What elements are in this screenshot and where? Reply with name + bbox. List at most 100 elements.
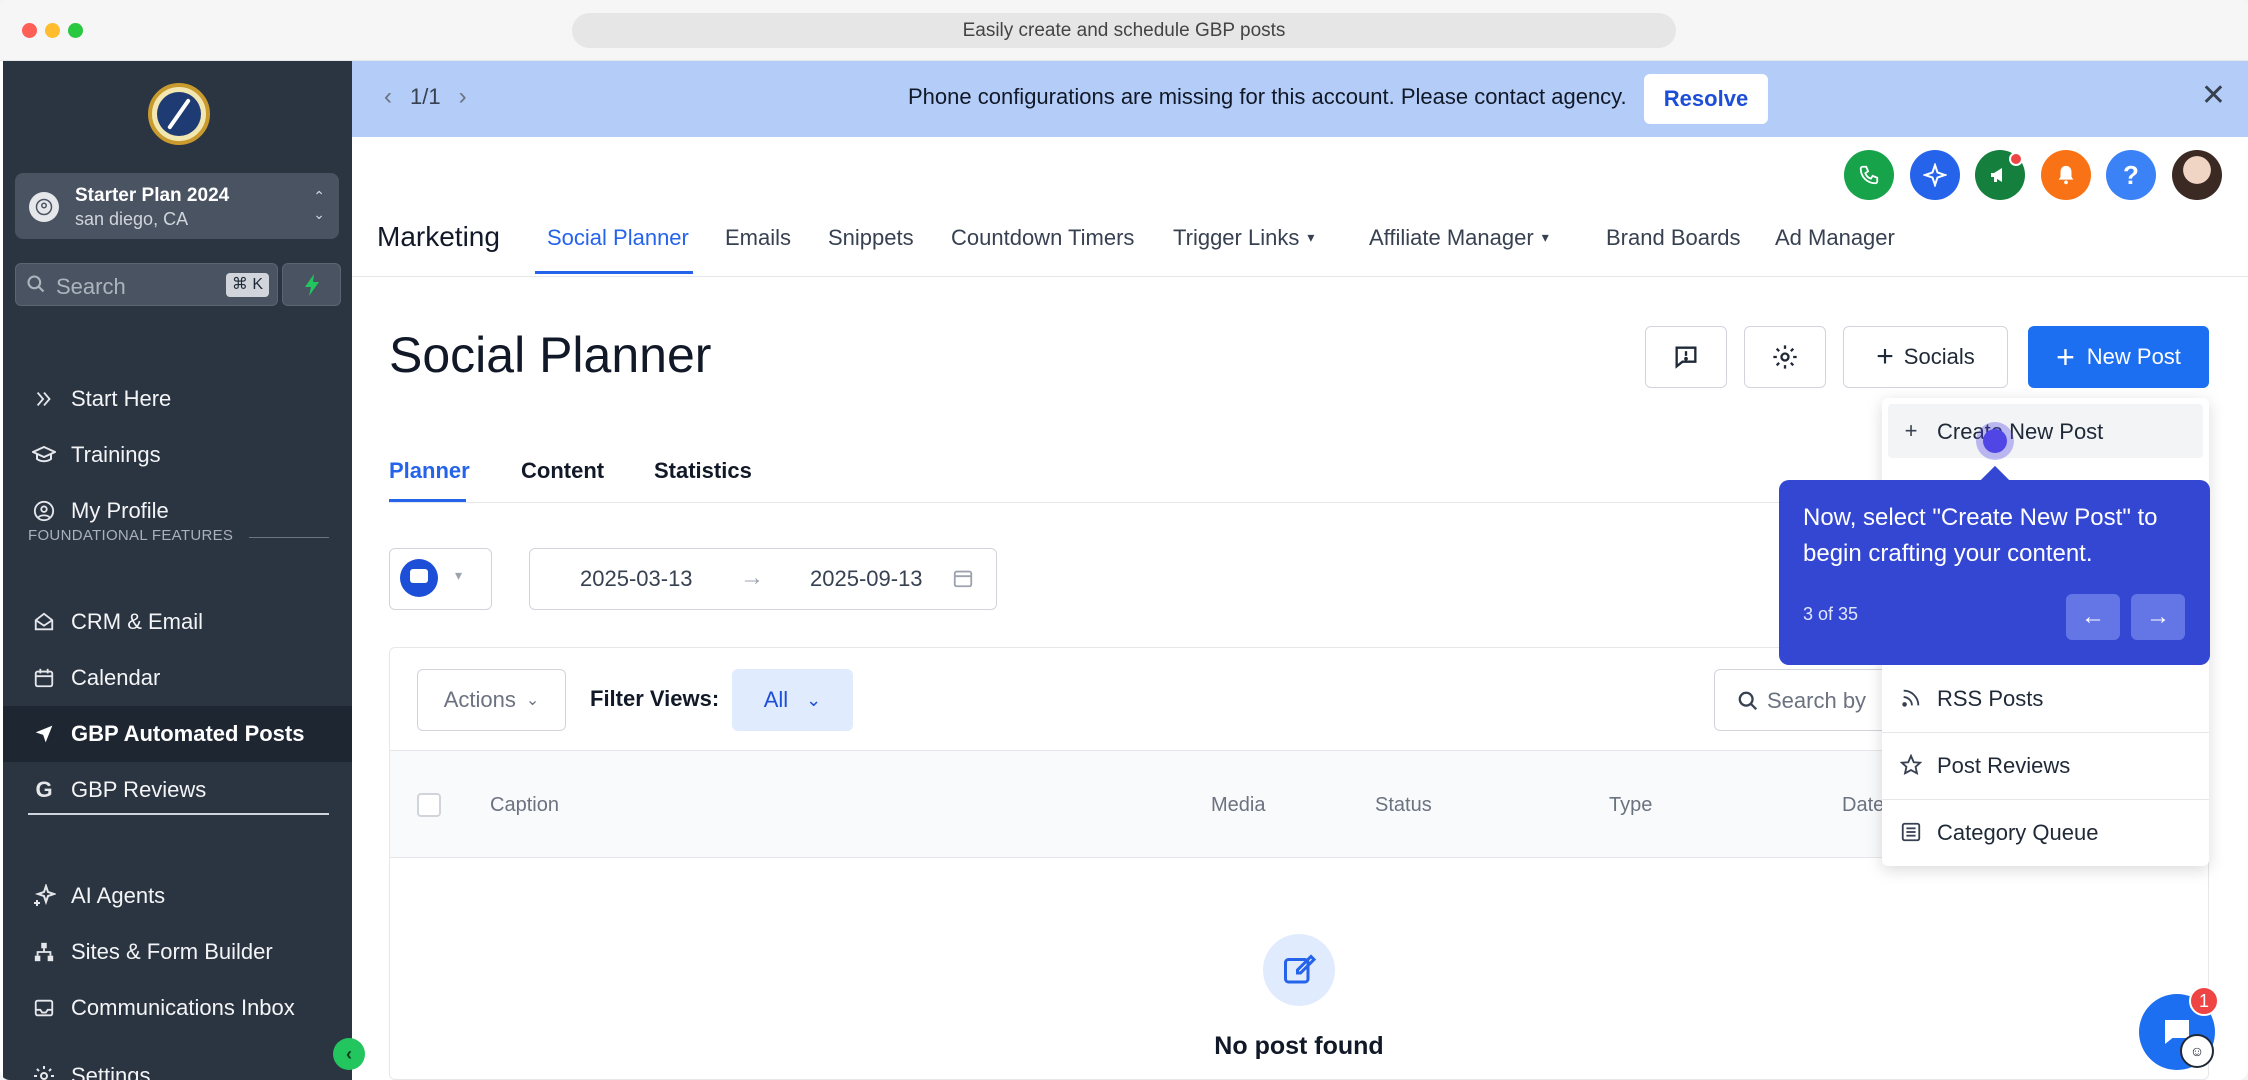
column-media[interactable]: Media — [1211, 794, 1265, 817]
actions-dropdown[interactable]: Actions ⌄ — [417, 669, 566, 731]
sidebar-item-communications-inbox[interactable]: Communications Inbox — [3, 980, 352, 1036]
page-title: Social Planner — [389, 327, 712, 383]
calendar-icon — [31, 665, 57, 691]
menu-item-create-new-post[interactable]: + Create New Post — [1888, 404, 2203, 458]
collapse-sidebar-button[interactable]: ‹ — [333, 1038, 365, 1070]
tab-content[interactable]: Content — [521, 458, 604, 484]
inbox-icon — [31, 995, 57, 1021]
chevron-down-icon: ⌄ — [806, 689, 822, 710]
tab-trigger-links[interactable]: Trigger Links ▾ — [1173, 225, 1314, 251]
social-account-avatar — [400, 559, 438, 597]
filter-views-select[interactable]: All ⌄ — [732, 669, 853, 731]
location-pin-icon — [29, 192, 59, 222]
date-range-picker[interactable]: 2025-03-13 → 2025-09-13 — [529, 548, 997, 610]
chevron-right-icon[interactable]: › — [459, 83, 467, 111]
pager-count: 1/1 — [410, 84, 441, 109]
new-post-button[interactable]: + New Post — [2028, 326, 2209, 388]
plus-icon: + — [2056, 339, 2075, 375]
browser-titlebar: Easily create and schedule GBP posts — [0, 0, 2248, 61]
sidebar-search[interactable]: Search ⌘ K — [15, 263, 278, 306]
menu-item-category-queue[interactable]: Category Queue — [1882, 800, 2209, 866]
tab-emails[interactable]: Emails — [725, 225, 791, 251]
tab-statistics[interactable]: Statistics — [654, 458, 752, 484]
maximize-window-button[interactable] — [68, 23, 83, 38]
filter-views-label: Filter Views: — [590, 686, 720, 711]
tab-planner[interactable]: Planner — [389, 458, 470, 484]
app-window: Easily create and schedule GBP posts Sta… — [0, 0, 2248, 1080]
top-navigation: Marketing Social Planner Emails Snippets… — [352, 205, 2248, 277]
menu-item-post-reviews[interactable]: Post Reviews — [1882, 733, 2209, 799]
close-window-button[interactable] — [22, 23, 37, 38]
bell-icon[interactable] — [2041, 150, 2091, 200]
tab-label: Trigger Links — [1173, 225, 1300, 250]
column-status[interactable]: Status — [1375, 794, 1432, 817]
close-icon[interactable]: ✕ — [2201, 81, 2226, 111]
tooltip-next-button[interactable]: → — [2131, 594, 2185, 640]
click-indicator — [1976, 422, 2014, 460]
tab-snippets[interactable]: Snippets — [828, 225, 914, 251]
sparkle-icon[interactable] — [1910, 150, 1960, 200]
graduation-cap-icon — [31, 442, 57, 468]
tooltip-text: Now, select "Create New Post" to begin c… — [1803, 504, 2158, 567]
sidebar-item-calendar[interactable]: Calendar — [3, 650, 352, 706]
chat-unread-badge: 1 — [2189, 986, 2219, 1016]
tab-brand-boards[interactable]: Brand Boards — [1606, 225, 1741, 251]
sidebar-item-label: Communications Inbox — [71, 995, 295, 1020]
support-icon[interactable]: ☺ — [2180, 1034, 2214, 1068]
column-caption[interactable]: Caption — [490, 794, 559, 817]
date-from: 2025-03-13 — [580, 566, 693, 591]
sidebar-item-label: Settings — [71, 1063, 151, 1080]
sidebar: Starter Plan 2024 san diego, CA ⌃ ⌄ Searc… — [3, 61, 352, 1080]
phone-icon[interactable] — [1844, 150, 1894, 200]
resolve-button[interactable]: Resolve — [1644, 74, 1768, 124]
new-post-label: New Post — [2086, 344, 2181, 369]
banner-message: Phone configurations are missing for thi… — [908, 84, 1627, 109]
minimize-window-button[interactable] — [45, 23, 60, 38]
company-logo[interactable] — [148, 83, 210, 145]
menu-item-rss-posts[interactable]: RSS Posts — [1882, 666, 2209, 732]
sidebar-item-label: Calendar — [71, 665, 161, 690]
column-date[interactable]: Date — [1842, 794, 1884, 817]
sidebar-item-start-here[interactable]: Start Here — [3, 371, 352, 427]
chevron-left-icon[interactable]: ‹ — [384, 83, 392, 111]
tab-ad-manager[interactable]: Ad Manager — [1775, 225, 1895, 251]
sidebar-item-settings[interactable]: Settings — [3, 1048, 352, 1080]
address-bar[interactable]: Easily create and schedule GBP posts — [572, 13, 1676, 48]
account-switcher[interactable]: Starter Plan 2024 san diego, CA ⌃ ⌄ — [15, 173, 339, 239]
active-subtab-indicator — [389, 499, 466, 502]
tooltip-prev-button[interactable]: ← — [2066, 594, 2120, 640]
user-circle-icon — [31, 498, 57, 524]
sidebar-item-crm-email[interactable]: CRM & Email — [3, 594, 352, 650]
sidebar-item-label: My Profile — [71, 498, 169, 523]
sidebar-item-gbp-automated-posts[interactable]: GBP Automated Posts — [3, 706, 352, 762]
sidebar-divider — [28, 813, 329, 815]
alert-banner: ‹ 1/1 › Phone configurations are missing… — [352, 61, 2248, 137]
megaphone-icon[interactable] — [1975, 150, 2025, 200]
section-divider — [249, 537, 329, 538]
user-avatar[interactable] — [2172, 150, 2222, 200]
star-icon — [1898, 752, 1924, 778]
select-all-checkbox[interactable] — [417, 793, 441, 817]
sidebar-item-ai-agents[interactable]: AI Agents — [3, 868, 352, 924]
help-icon[interactable]: ? — [2106, 150, 2156, 200]
sidebar-item-label: GBP Reviews — [71, 777, 207, 802]
sidebar-item-label: CRM & Email — [71, 609, 204, 634]
gear-icon — [1773, 345, 1797, 369]
column-type[interactable]: Type — [1609, 794, 1652, 817]
menu-item-label: Category Queue — [1937, 820, 2099, 845]
quick-actions-button[interactable] — [282, 263, 341, 306]
sidebar-item-sites-form-builder[interactable]: Sites & Form Builder — [3, 924, 352, 980]
socials-button[interactable]: + Socials — [1843, 326, 2008, 388]
tab-social-planner[interactable]: Social Planner — [547, 225, 689, 251]
feedback-button[interactable] — [1645, 326, 1727, 388]
social-account-select[interactable]: ▾ — [389, 548, 492, 610]
tooltip-step: 3 of 35 — [1803, 604, 1859, 624]
settings-button[interactable] — [1744, 326, 1826, 388]
tab-affiliate-manager[interactable]: Affiliate Manager ▾ — [1369, 225, 1549, 251]
sparkles-icon — [31, 883, 57, 909]
tab-countdown-timers[interactable]: Countdown Timers — [951, 225, 1134, 251]
sidebar-item-gbp-reviews[interactable]: G GBP Reviews — [3, 762, 352, 818]
sidebar-item-trainings[interactable]: Trainings — [3, 427, 352, 483]
arrow-right-icon: → — [740, 564, 764, 591]
chevron-down-icon: ⌄ — [525, 692, 540, 709]
